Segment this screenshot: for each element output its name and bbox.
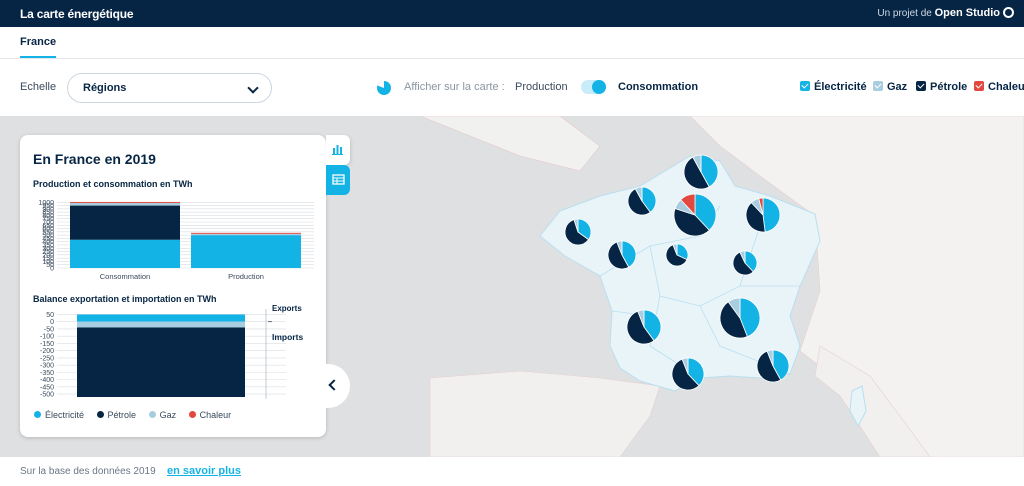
y-tick-label: -100 [40, 334, 54, 341]
production-option[interactable]: Production [515, 81, 568, 93]
checkbox-label: Électricité [814, 81, 867, 93]
region-pie[interactable] [564, 218, 592, 246]
legend-dot [34, 411, 41, 418]
y-tick-label: 1000 [38, 200, 54, 207]
credit-prefix: Un projet de [877, 8, 932, 19]
bar-segment [70, 239, 180, 268]
learn-more-link[interactable]: en savoir plus [167, 465, 241, 477]
scale-label: Echelle [20, 81, 57, 93]
y-tick-label: 50 [46, 312, 54, 319]
y-tick-label: -200 [40, 348, 54, 355]
bar-segment [191, 235, 301, 268]
y-tick-label: 0 [50, 319, 54, 326]
y-tick-label: -250 [40, 355, 54, 362]
table-view-tab[interactable] [326, 165, 350, 195]
checkbox-label: Chaleur [988, 81, 1024, 93]
legend-item[interactable]: Chaleur [188, 410, 232, 420]
region-pie[interactable] [673, 193, 717, 237]
region-pie[interactable] [607, 240, 637, 270]
checkbox-checked-icon [873, 81, 883, 91]
bar-segment [191, 232, 301, 234]
tab-france[interactable]: France [20, 36, 57, 58]
legend-item[interactable]: Gaz [148, 410, 177, 420]
region-pie[interactable] [732, 250, 758, 276]
legend-dot [148, 411, 156, 418]
summary-panel: En France en 2019 Production et consomma… [20, 135, 326, 437]
region-pie[interactable] [756, 349, 790, 383]
bar-segment [77, 327, 245, 397]
region-pie[interactable] [683, 154, 719, 190]
checkbox-checked-icon [974, 81, 984, 91]
show-on-map-label: Afficher sur la carte : [404, 81, 505, 93]
region-pie[interactable] [627, 186, 657, 216]
bar-segment [77, 314, 245, 322]
legend-dot [96, 411, 104, 418]
toggle-knob [592, 80, 606, 94]
region-pie[interactable] [665, 243, 689, 267]
table-icon [332, 174, 345, 185]
checkbox-gaz[interactable]: Gaz [873, 81, 907, 93]
y-tick-label: -450 [40, 384, 54, 391]
bar-segment [77, 321, 245, 328]
checkbox-chaleur[interactable]: Chaleur [974, 81, 1024, 93]
x-tick-label: Consommation [100, 272, 150, 281]
consumption-option[interactable]: Consommation [618, 81, 698, 93]
credit-brand: Open Studio [934, 7, 1000, 19]
y-tick-label: -400 [40, 377, 54, 384]
top-bar: La carte énergétique Un projet de Open S… [0, 0, 1024, 27]
exports-annotation: Exports [272, 304, 302, 313]
y-tick-label: -150 [40, 341, 54, 348]
legend-label: Chaleur [199, 410, 232, 420]
region-pie[interactable] [626, 309, 662, 345]
chart-view-tab[interactable] [326, 135, 350, 165]
bar-chart-icon [332, 145, 343, 155]
data-source-text: Sur la base des données 2019 [20, 466, 156, 477]
panel-charts: 0501001502002503003504004505005506006507… [38, 200, 314, 399]
checkbox-label: Pétrole [930, 81, 968, 93]
x-tick-label: Production [228, 272, 264, 281]
region-pie[interactable] [745, 197, 781, 233]
legend-label: Électricité [45, 410, 85, 420]
legend-label: Pétrole [107, 410, 137, 420]
y-tick-label: -350 [40, 370, 54, 377]
chevron-left-icon [328, 379, 340, 391]
legend-label: Gaz [159, 410, 177, 420]
bar-segment [70, 201, 180, 203]
app-title[interactable]: La carte énergétique [20, 7, 134, 21]
chart-legend: Électricité Pétrole Gaz Chaleur [34, 410, 241, 420]
tab-bar: France [0, 27, 1024, 59]
bar-segment [70, 205, 180, 240]
scale-select[interactable]: Régions [67, 73, 272, 103]
y-tick-label: -500 [40, 392, 54, 399]
legend-dot [188, 411, 196, 418]
legend-item[interactable]: Pétrole [96, 410, 137, 420]
checkbox-checked-icon [800, 81, 810, 91]
region-pie[interactable] [671, 357, 705, 391]
region-pie[interactable] [719, 297, 761, 339]
open-studio-logo-icon [1003, 7, 1014, 18]
bar-segment [70, 202, 180, 206]
pie-chart-icon [377, 81, 391, 95]
production-consumption-toggle[interactable] [581, 80, 606, 94]
y-tick-label: -50 [44, 326, 54, 333]
checkbox-checked-icon [916, 81, 926, 91]
credit[interactable]: Un projet de Open Studio [877, 7, 1014, 19]
imports-annotation: Imports [272, 332, 303, 342]
scale-select-value: Régions [83, 82, 127, 94]
chevron-down-icon [247, 82, 259, 94]
filter-bar: Echelle Régions Afficher sur la carte : … [0, 60, 1024, 116]
bar-segment [191, 233, 301, 236]
legend-item[interactable]: Électricité [34, 410, 84, 420]
y-tick-label: -300 [40, 363, 54, 370]
checkbox-petrole[interactable]: Pétrole [916, 81, 967, 93]
checkbox-label: Gaz [887, 81, 908, 93]
checkbox-electricite[interactable]: Électricité [800, 81, 867, 93]
footer: Sur la base des données 2019 en savoir p… [0, 457, 1024, 486]
